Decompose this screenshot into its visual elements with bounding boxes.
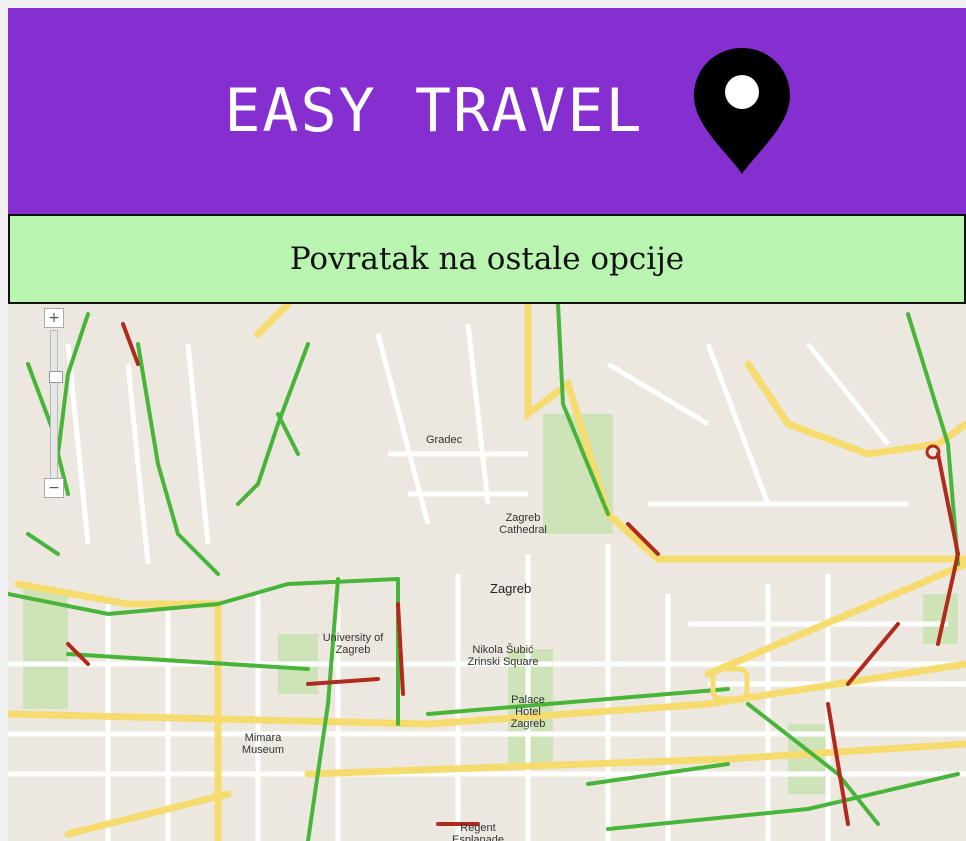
app-header: EASY TRAVEL: [8, 8, 966, 214]
map-label-cathedral: Zagreb Cathedral: [499, 512, 547, 536]
map-canvas[interactable]: [8, 304, 966, 841]
zoom-slider-track[interactable]: [49, 330, 63, 482]
back-to-options-button[interactable]: Povratak na ostale opcije: [8, 214, 966, 304]
park-area: [543, 414, 613, 534]
back-to-options-label: Povratak na ostale opcije: [289, 241, 685, 277]
zoom-in-button[interactable]: +: [44, 308, 64, 328]
map-label-palace: Palace Hotel Zagreb: [510, 694, 546, 730]
park-area: [23, 589, 68, 709]
traffic-map[interactable]: + − Zagreb Gradec Zagreb Cathedral Unive…: [8, 304, 966, 841]
map-label-city: Zagreb: [490, 581, 532, 596]
map-label-museum: Mimara Museum: [241, 732, 285, 756]
map-label-gradec: Gradec: [426, 434, 463, 446]
map-label-regent: Regent Esplanade: [452, 822, 504, 841]
map-label-university: University of Zagreb: [322, 632, 384, 656]
zoom-control[interactable]: + −: [44, 308, 64, 498]
zoom-out-button[interactable]: −: [44, 478, 64, 498]
app-title: EASY TRAVEL: [224, 76, 644, 146]
map-pin-icon: [693, 48, 790, 174]
map-label-square: Nikola Šubić Zrinski Square: [467, 644, 539, 668]
zoom-slider-handle[interactable]: [49, 371, 63, 383]
